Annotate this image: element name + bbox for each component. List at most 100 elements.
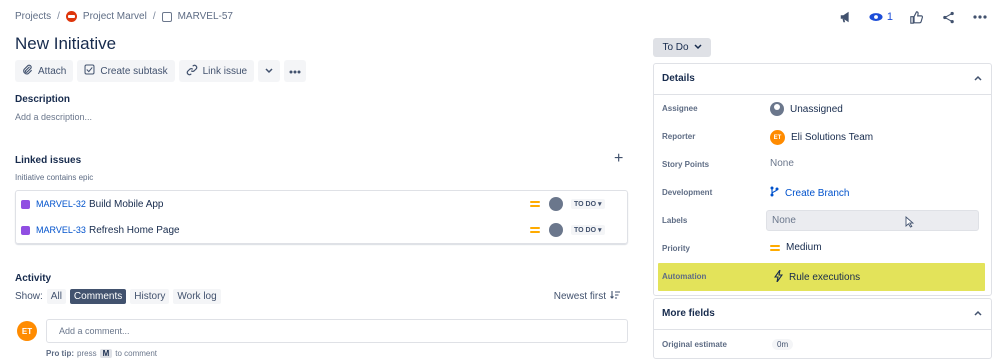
chevron-up-icon[interactable]	[974, 308, 982, 318]
paperclip-icon	[22, 64, 33, 78]
comment-input[interactable]: Add a comment...	[46, 319, 628, 343]
breadcrumb-issue-key[interactable]: MARVEL-57	[178, 11, 233, 22]
reporter-field[interactable]: ET Eli Solutions Team	[770, 130, 873, 145]
linked-issue-key[interactable]: MARVEL-33	[36, 225, 86, 235]
sort-order-button[interactable]: Newest first	[554, 290, 620, 303]
original-estimate-value[interactable]: 0m	[772, 339, 794, 350]
reporter-avatar: ET	[770, 130, 785, 145]
linked-issues-heading: Linked issues	[15, 155, 82, 166]
priority-medium-icon	[770, 243, 780, 253]
tab-history[interactable]: History	[130, 289, 170, 304]
status-label: TO DO	[574, 201, 597, 208]
user-avatar: ET	[17, 321, 37, 341]
linked-issue-row[interactable]: MARVEL-32 Build Mobile App TO DO ▾	[16, 191, 627, 217]
link-issue-button[interactable]: Link issue	[178, 60, 255, 82]
labels-row: Labels None	[654, 207, 991, 235]
reporter-row: Reporter ET Eli Solutions Team	[654, 123, 991, 151]
reporter-value: Eli Solutions Team	[791, 132, 874, 143]
create-subtask-button[interactable]: Create subtask	[77, 60, 175, 82]
thumbs-up-icon[interactable]	[907, 8, 925, 26]
create-branch-link[interactable]: Create Branch	[770, 186, 849, 200]
priority-field[interactable]: Medium	[770, 242, 822, 253]
chevron-up-icon[interactable]	[974, 73, 982, 83]
tab-all[interactable]: All	[46, 289, 66, 304]
breadcrumb: Projects / Project Marvel / MARVEL-57	[15, 11, 233, 22]
link-relation-label: Initiative contains epic	[15, 173, 94, 182]
linked-issue-summary[interactable]: Refresh Home Page	[89, 225, 180, 236]
epic-icon	[21, 199, 30, 209]
automation-label: Automation	[662, 272, 707, 281]
eye-icon	[869, 13, 883, 21]
lightning-bolt-icon	[773, 269, 784, 285]
more-icon[interactable]	[971, 8, 989, 26]
labels-input[interactable]: None	[766, 210, 979, 231]
protip-prefix: Pro tip:	[46, 349, 74, 358]
status-label: TO DO	[574, 227, 597, 234]
assignee-value: Unassigned	[790, 103, 843, 115]
linked-issue-row[interactable]: MARVEL-33 Refresh Home Page TO DO ▾	[16, 217, 627, 243]
pro-tip: Pro tip: press M to comment	[46, 349, 157, 358]
share-icon[interactable]	[939, 8, 957, 26]
add-link-plus-icon[interactable]: +	[614, 150, 623, 168]
assignee-row: Assignee Unassigned	[654, 95, 991, 123]
assignee-field[interactable]: Unassigned	[770, 102, 843, 116]
link-icon	[186, 64, 198, 79]
rule-executions-label: Rule executions	[789, 272, 861, 283]
more-actions-button[interactable]	[284, 60, 307, 82]
reporter-label: Reporter	[662, 132, 696, 141]
story-points-row: Story Points None	[654, 151, 991, 179]
assignee-avatar	[549, 197, 563, 211]
link-issue-label: Link issue	[202, 65, 248, 77]
protip-key: M	[99, 349, 113, 358]
attach-button[interactable]: Attach	[15, 60, 74, 82]
rule-executions-link[interactable]: Rule executions	[773, 269, 861, 285]
status-dropdown[interactable]: TO DO ▾	[571, 199, 605, 209]
status-button[interactable]: To Do	[653, 38, 711, 57]
feedback-megaphone-icon[interactable]	[837, 8, 855, 26]
linked-issues-list: MARVEL-32 Build Mobile App TO DO ▾ MARVE…	[15, 190, 628, 244]
mouse-cursor-icon	[905, 216, 915, 231]
priority-medium-icon	[530, 199, 540, 209]
issue-title[interactable]: New Initiative	[15, 34, 116, 54]
assignee-avatar	[549, 223, 563, 237]
issue-actions: 1	[837, 8, 989, 26]
more-fields-heading[interactable]: More fields	[662, 308, 715, 319]
link-issue-dropdown[interactable]	[258, 60, 281, 82]
watch-button[interactable]: 1	[869, 11, 893, 23]
status-button-label: To Do	[662, 42, 689, 53]
activity-heading: Activity	[15, 273, 52, 284]
epic-icon	[21, 225, 30, 235]
sort-order-label: Newest first	[553, 291, 606, 302]
details-panel: Details Assignee Unassigned Reporter ET …	[653, 63, 992, 296]
unassigned-avatar-icon	[770, 102, 784, 116]
development-label: Development	[662, 188, 713, 197]
priority-label: Priority	[662, 244, 691, 253]
tab-comments[interactable]: Comments	[69, 289, 127, 304]
status-dropdown[interactable]: TO DO ▾	[571, 225, 605, 235]
breadcrumb-projects[interactable]: Projects	[15, 11, 51, 22]
attach-label: Attach	[38, 65, 67, 77]
more-fields-panel: More fields Original estimate 0m	[653, 298, 992, 359]
priority-row: Priority Medium	[654, 235, 991, 263]
project-icon	[65, 11, 77, 22]
priority-value: Medium	[786, 242, 822, 253]
branch-icon	[770, 186, 779, 200]
show-label: Show:	[15, 291, 43, 302]
chevron-down-icon	[265, 66, 273, 77]
subtask-icon	[84, 64, 95, 78]
breadcrumb-project[interactable]: Project Marvel	[83, 11, 147, 22]
issue-type-icon	[161, 11, 172, 22]
description-heading: Description	[15, 94, 71, 105]
description-field[interactable]: Add a description...	[15, 112, 92, 122]
details-heading[interactable]: Details	[662, 73, 695, 84]
issue-toolbar: Attach Create subtask Link issue	[15, 60, 307, 82]
linked-issue-key[interactable]: MARVEL-32	[36, 199, 86, 209]
story-points-value[interactable]: None	[770, 158, 794, 169]
assignee-label: Assignee	[662, 104, 698, 113]
chevron-down-icon	[694, 42, 702, 53]
linked-issue-summary[interactable]: Build Mobile App	[89, 199, 164, 210]
story-points-label: Story Points	[662, 160, 710, 169]
tab-work-log[interactable]: Work log	[173, 289, 221, 304]
create-subtask-label: Create subtask	[100, 65, 168, 77]
automation-row: Automation Rule executions	[658, 263, 985, 291]
